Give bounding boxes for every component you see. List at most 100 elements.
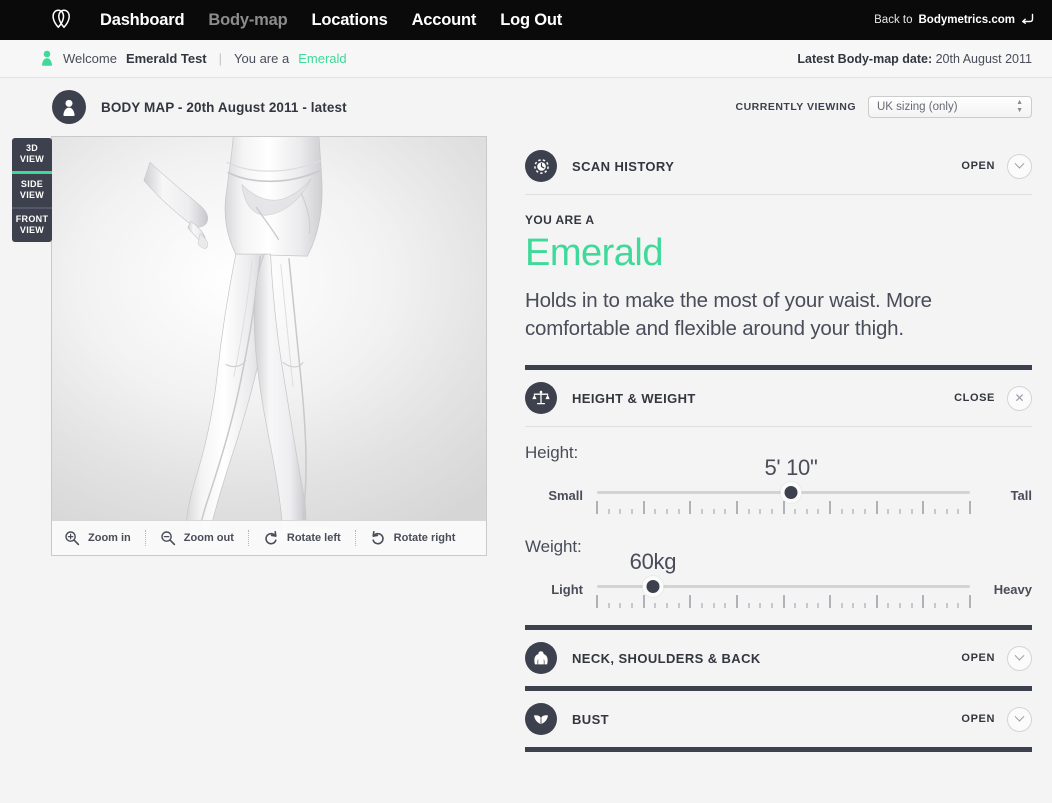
currently-viewing-label: CURRENTLY VIEWING bbox=[735, 101, 856, 113]
nav-link-body-map[interactable]: Body-map bbox=[208, 11, 287, 30]
nav-link-dashboard[interactable]: Dashboard bbox=[100, 11, 185, 30]
height-weight-title: HEIGHT & WEIGHT bbox=[572, 390, 696, 406]
latest-bodymap-label: Latest Body-map date: bbox=[797, 51, 933, 66]
scan-history-action-label: OPEN bbox=[961, 160, 995, 172]
toolbar-divider bbox=[247, 530, 249, 546]
rotate-left-button[interactable]: Rotate left bbox=[263, 530, 355, 546]
body-type-eyebrow: YOU ARE A bbox=[525, 213, 595, 227]
bust-action-label: OPEN bbox=[961, 713, 995, 725]
height-weight-toggle[interactable]: CLOSE ✕ bbox=[954, 385, 1032, 411]
rotate-right-icon bbox=[370, 530, 386, 546]
chevron-down-icon[interactable] bbox=[1007, 706, 1032, 732]
return-arrow-icon bbox=[1021, 13, 1034, 28]
view-tab-front-line1: FRONT bbox=[15, 214, 49, 224]
weight-label: Weight: bbox=[525, 537, 582, 556]
height-min-label: Small bbox=[548, 487, 583, 503]
view-tab-3d[interactable]: 3D VIEW bbox=[12, 138, 52, 171]
height-weight-action-label: CLOSE bbox=[954, 392, 995, 404]
back-to-bodymetrics-link[interactable]: Back to Bodymetrics.com bbox=[874, 13, 1034, 28]
height-slider[interactable]: 5' 10" bbox=[596, 455, 971, 521]
zoom-out-icon bbox=[160, 530, 176, 546]
toolbar-divider bbox=[144, 530, 146, 546]
weight-slider[interactable]: 60kg bbox=[596, 549, 971, 615]
page-title: BODY MAP - 20th August 2011 - latest bbox=[101, 99, 347, 115]
view-tab-3d-line2: VIEW bbox=[19, 154, 45, 164]
nav-link-log-out[interactable]: Log Out bbox=[500, 11, 562, 30]
view-tab-front[interactable]: FRONT VIEW bbox=[12, 209, 52, 242]
neck-shoulders-back-toggle[interactable]: OPEN bbox=[961, 645, 1032, 671]
sizing-select[interactable]: UK sizing (only) ▲ ▼ bbox=[868, 96, 1032, 118]
scales-icon bbox=[525, 382, 557, 414]
neck-shoulders-back-icon bbox=[525, 642, 557, 674]
height-value: 5' 10" bbox=[764, 455, 818, 480]
neck-shoulders-back-title: NECK, SHOULDERS & BACK bbox=[572, 650, 761, 666]
main-content: 3D VIEW SIDE VIEW FRONT VIEW Zoom in Zoo… bbox=[12, 136, 1032, 752]
currently-viewing-control: CURRENTLY VIEWING UK sizing (only) ▲ ▼ bbox=[735, 96, 1032, 118]
bust-toggle[interactable]: OPEN bbox=[961, 706, 1032, 732]
bodymetrics-heart-logo[interactable] bbox=[48, 7, 74, 33]
welcome-message: Welcome Emerald Test | You are a Emerald bbox=[40, 50, 347, 67]
weight-value: 60kg bbox=[629, 549, 677, 574]
person-avatar-icon bbox=[52, 90, 86, 124]
view-tabs: 3D VIEW SIDE VIEW FRONT VIEW bbox=[12, 138, 52, 556]
nav-link-account[interactable]: Account bbox=[412, 11, 477, 30]
back-link-site: Bodymetrics.com bbox=[918, 14, 1015, 26]
you-are-a-prefix: You are a bbox=[234, 51, 290, 66]
height-slider-row: Small 5' 10" Tall bbox=[525, 455, 1032, 521]
height-slider-ticks bbox=[596, 500, 971, 514]
sizing-select-value: UK sizing (only) bbox=[877, 101, 958, 113]
view-tab-3d-line1: 3D bbox=[25, 143, 39, 153]
bust-title: BUST bbox=[572, 711, 609, 727]
welcome-bar: Welcome Emerald Test | You are a Emerald… bbox=[0, 40, 1052, 78]
body-type-name: Emerald bbox=[525, 232, 664, 274]
weight-slider-block: Weight: Light 60kg Heavy bbox=[525, 521, 1032, 615]
view-tab-front-line2: VIEW bbox=[19, 225, 45, 235]
welcome-body-type: Emerald bbox=[298, 51, 347, 66]
scan-history-clock-icon bbox=[525, 150, 557, 182]
neck-shoulders-back-action-label: OPEN bbox=[961, 652, 995, 664]
section-height-weight[interactable]: HEIGHT & WEIGHT CLOSE ✕ bbox=[525, 370, 1032, 426]
height-max-label: Tall bbox=[1010, 487, 1032, 503]
weight-slider-ticks bbox=[596, 594, 971, 608]
height-slider-block: Height: Small 5' 10" Tall bbox=[525, 427, 1032, 521]
toolbar-divider bbox=[354, 530, 356, 546]
chevron-down-icon[interactable] bbox=[1007, 645, 1032, 671]
bodymap-3d-viewer[interactable]: Zoom in Zoom out Rotate left Rotate righ… bbox=[51, 136, 487, 556]
close-x-icon[interactable]: ✕ bbox=[1007, 385, 1032, 411]
page-content: BODY MAP - 20th August 2011 - latest CUR… bbox=[0, 78, 1052, 752]
welcome-user-name: Emerald Test bbox=[125, 51, 207, 66]
zoom-in-label: Zoom in bbox=[88, 532, 131, 544]
rotate-right-button[interactable]: Rotate right bbox=[370, 530, 470, 546]
welcome-greeting: Welcome bbox=[63, 51, 117, 66]
weight-slider-row: Light 60kg Heavy bbox=[525, 549, 1032, 615]
bust-icon bbox=[525, 703, 557, 735]
view-tab-side[interactable]: SIDE VIEW bbox=[12, 174, 52, 207]
back-link-prefix: Back to bbox=[874, 14, 913, 26]
body-type-description: Holds in to make the most of your waist.… bbox=[525, 289, 932, 340]
zoom-out-label: Zoom out bbox=[183, 532, 234, 544]
latest-bodymap-value: 20th August 2011 bbox=[935, 51, 1032, 66]
view-tab-side-line2: VIEW bbox=[19, 190, 45, 200]
section-divider-thick bbox=[525, 747, 1032, 752]
section-scan-history[interactable]: SCAN HISTORY OPEN bbox=[525, 138, 1032, 194]
weight-max-label: Heavy bbox=[993, 581, 1032, 597]
welcome-separator: | bbox=[218, 51, 223, 66]
chevron-down-icon[interactable] bbox=[1007, 153, 1032, 179]
nav-link-locations[interactable]: Locations bbox=[311, 11, 387, 30]
bodymap-viewer-column: 3D VIEW SIDE VIEW FRONT VIEW Zoom in Zoo… bbox=[12, 136, 487, 556]
rotate-left-label: Rotate left bbox=[286, 532, 341, 544]
person-green-icon bbox=[40, 50, 54, 67]
select-stepper-icon: ▲ ▼ bbox=[1016, 99, 1023, 114]
rotate-left-icon bbox=[263, 530, 279, 546]
section-bust[interactable]: BUST OPEN bbox=[525, 691, 1032, 747]
zoom-out-button[interactable]: Zoom out bbox=[160, 530, 248, 546]
weight-min-label: Light bbox=[551, 581, 583, 597]
bodymap-info-panel: SCAN HISTORY OPEN YOU ARE A Emerald Hold… bbox=[525, 136, 1032, 752]
viewer-toolbar: Zoom in Zoom out Rotate left Rotate righ… bbox=[52, 520, 486, 555]
rotate-right-label: Rotate right bbox=[393, 532, 456, 544]
body-type-block: YOU ARE A Emerald Holds in to make the m… bbox=[525, 195, 1032, 365]
section-neck-shoulders-back[interactable]: NECK, SHOULDERS & BACK OPEN bbox=[525, 630, 1032, 686]
zoom-in-button[interactable]: Zoom in bbox=[64, 530, 145, 546]
scan-history-toggle[interactable]: OPEN bbox=[961, 153, 1032, 179]
zoom-in-icon bbox=[64, 530, 80, 546]
